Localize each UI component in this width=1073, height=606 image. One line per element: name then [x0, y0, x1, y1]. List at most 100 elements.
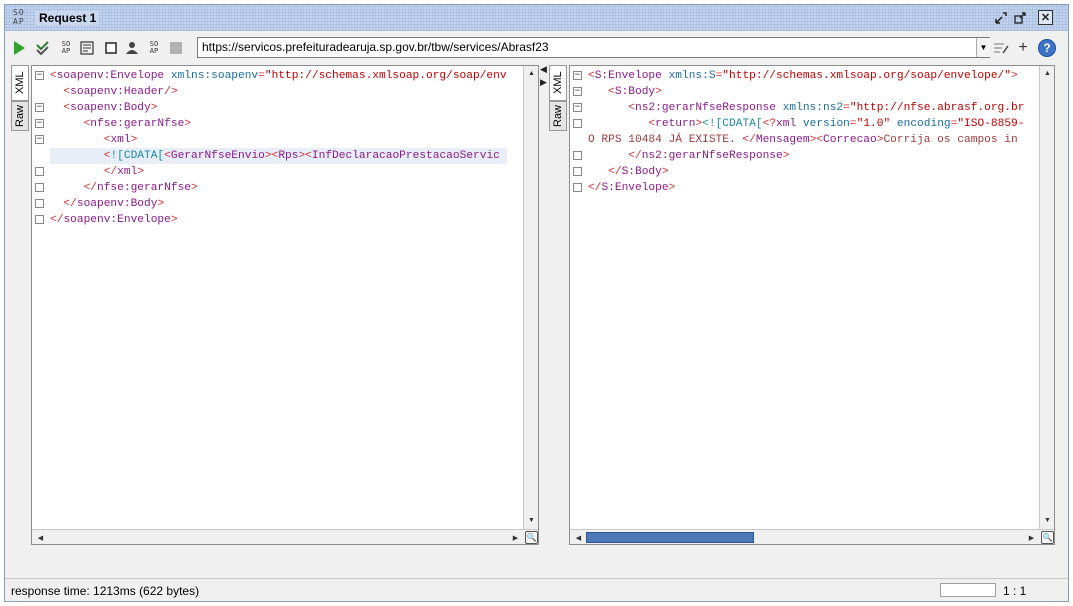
request-vertical-scrollbar[interactable]: ▲ ▼	[523, 66, 538, 530]
code-token: </	[588, 166, 622, 178]
code-token: "1.0"	[856, 118, 897, 130]
code-token: soapenv:Body	[76, 198, 158, 210]
user-icon[interactable]	[124, 40, 140, 56]
scroll-down-icon[interactable]: ▼	[525, 514, 538, 527]
disabled-action-icon[interactable]	[168, 40, 184, 56]
scroll-right-icon[interactable]: ▶	[509, 531, 522, 544]
code-token: "ISO-8859-	[957, 118, 1025, 130]
fold-toggle-icon[interactable]: −	[573, 103, 582, 112]
code-line: </soapenv:Envelope>	[50, 212, 507, 228]
code-token: S:Body	[614, 86, 656, 98]
request-panel: XML Raw − − − − < soapenv:Envelope xmlns:…	[11, 63, 539, 579]
fold-toggle-icon[interactable]: −	[35, 71, 44, 80]
request-toolbar: SO AP SO AP https://servicos.prefeituradea…	[5, 32, 1068, 62]
fold-toggle-icon[interactable]: −	[573, 87, 582, 96]
endpoint-dropdown-chevron-icon[interactable]: ▼	[976, 38, 990, 57]
code-line: <S:Body>	[588, 84, 1024, 100]
stop-icon[interactable]	[103, 40, 119, 56]
code-token: xml	[117, 166, 138, 178]
horizontal-scroll-thumb[interactable]	[586, 532, 754, 543]
code-line: <![CDATA[<GerarNfseEnvio><Rps><InfDeclar…	[50, 148, 507, 164]
help-icon[interactable]: ?	[1038, 39, 1056, 57]
add-icon[interactable]: +	[1015, 39, 1031, 56]
fold-end-icon	[573, 167, 582, 176]
tab-response-raw[interactable]: Raw	[549, 101, 567, 131]
code-token: Corrija os campos in	[883, 134, 1018, 146]
response-vertical-scrollbar[interactable]: ▲ ▼	[1039, 66, 1054, 530]
code-line: <soapenv:Body>	[50, 100, 507, 116]
code-token: return	[655, 118, 696, 130]
zoom-icon[interactable]: 🔍	[525, 531, 538, 544]
code-line: <soapenv:Envelope xmlns:soapenv="http://…	[50, 68, 507, 84]
title-bar: SO AP Request 1 ✕	[5, 5, 1068, 31]
edit-endpoint-icon[interactable]	[993, 40, 1009, 56]
panel-splitter[interactable]: ◀ ▶	[539, 63, 549, 579]
soap-endpoint-icon[interactable]: SO AP	[146, 40, 162, 56]
code-token: Correcao	[823, 134, 877, 146]
tab-request-raw[interactable]: Raw	[11, 101, 29, 131]
code-token: Rps	[278, 150, 299, 162]
response-horizontal-scrollbar[interactable]: ◀ ▶ 🔍	[570, 529, 1054, 544]
code-line: </nfse:gerarNfse>	[50, 180, 507, 196]
collapse-right-icon[interactable]: ▶	[540, 77, 547, 88]
scroll-left-icon[interactable]: ◀	[34, 531, 47, 544]
code-token: ><	[809, 134, 824, 146]
code-token: </	[50, 166, 118, 178]
scroll-up-icon[interactable]: ▲	[525, 67, 538, 80]
code-token: />	[164, 86, 178, 98]
request-xml-editor[interactable]: − − − − < soapenv:Envelope xmlns:soapenv=…	[31, 65, 539, 545]
code-token: >	[150, 102, 158, 114]
response-xml-editor[interactable]: − − − <S:Envelope xmlns:S="http://schema…	[569, 65, 1055, 545]
code-token: =	[258, 70, 265, 82]
code-token: >	[170, 214, 178, 226]
code-line: </S:Envelope>	[588, 180, 1024, 196]
fold-toggle-icon[interactable]: −	[35, 119, 44, 128]
code-token: "http://schemas.xmlsoap.org/soap/env	[264, 70, 507, 82]
fold-end-icon	[35, 199, 44, 208]
run-request-icon[interactable]	[11, 40, 27, 56]
scroll-down-icon[interactable]: ▼	[1041, 514, 1054, 527]
tab-request-xml[interactable]: XML	[11, 65, 29, 101]
collapse-left-icon[interactable]: ◀	[540, 64, 547, 75]
code-token: nfse:gerarNfse	[97, 182, 191, 194]
scroll-right-icon[interactable]: ▶	[1025, 531, 1038, 544]
scroll-up-icon[interactable]: ▲	[1041, 67, 1054, 80]
code-token: soapenv:Envelope	[63, 214, 171, 226]
soap-request-icon[interactable]: SO AP	[58, 40, 74, 56]
fold-toggle-icon[interactable]: −	[35, 135, 44, 144]
fold-toggle-icon[interactable]: −	[35, 103, 44, 112]
fold-end-icon	[573, 119, 582, 128]
code-token: =	[849, 118, 857, 130]
code-token: >	[1010, 70, 1018, 82]
code-line: </S:Body>	[588, 164, 1024, 180]
code-token: xml	[110, 134, 131, 146]
code-token: version	[802, 118, 850, 130]
response-time-text: response time: 1213ms (622 bytes)	[11, 584, 200, 598]
zoom-icon[interactable]: 🔍	[1041, 531, 1054, 544]
code-token: </	[50, 214, 64, 226]
code-token: <	[50, 102, 71, 114]
code-token: >	[137, 166, 145, 178]
request-code-lines: < soapenv:Envelope xmlns:soapenv="http://…	[50, 68, 507, 228]
tab-response-xml[interactable]: XML	[549, 65, 567, 101]
endpoint-url-input[interactable]: https://servicos.prefeituradearuja.sp.go…	[197, 37, 990, 58]
close-icon[interactable]: ✕	[1038, 10, 1053, 25]
code-token: <	[588, 118, 656, 130]
code-token: ns2:gerarNfseResponse	[635, 102, 783, 114]
scroll-left-icon[interactable]: ◀	[572, 531, 585, 544]
code-token: <	[50, 86, 71, 98]
response-panel: XML Raw − − − <S:Envelope xmlns:S="http:…	[549, 63, 1056, 579]
code-token: xmlns:soapenv	[170, 70, 259, 82]
fold-toggle-icon[interactable]: −	[573, 71, 582, 80]
status-bar: response time: 1213ms (622 bytes) 1 : 1	[5, 578, 1068, 601]
request-horizontal-scrollbar[interactable]: ◀ ▶ 🔍	[32, 529, 538, 544]
code-token: =	[843, 102, 850, 114]
minimize-to-corner-icon[interactable]	[993, 10, 1009, 26]
format-icon[interactable]	[79, 40, 95, 56]
code-token: >	[782, 150, 790, 162]
code-token: <	[50, 70, 57, 82]
add-assertion-icon[interactable]	[35, 40, 51, 56]
code-token: "http://nfse.abrasf.org.br	[849, 102, 1025, 114]
detach-window-icon[interactable]	[1012, 10, 1028, 26]
code-line: <return><![CDATA[<?xml version="1.0" enc…	[588, 116, 1024, 132]
